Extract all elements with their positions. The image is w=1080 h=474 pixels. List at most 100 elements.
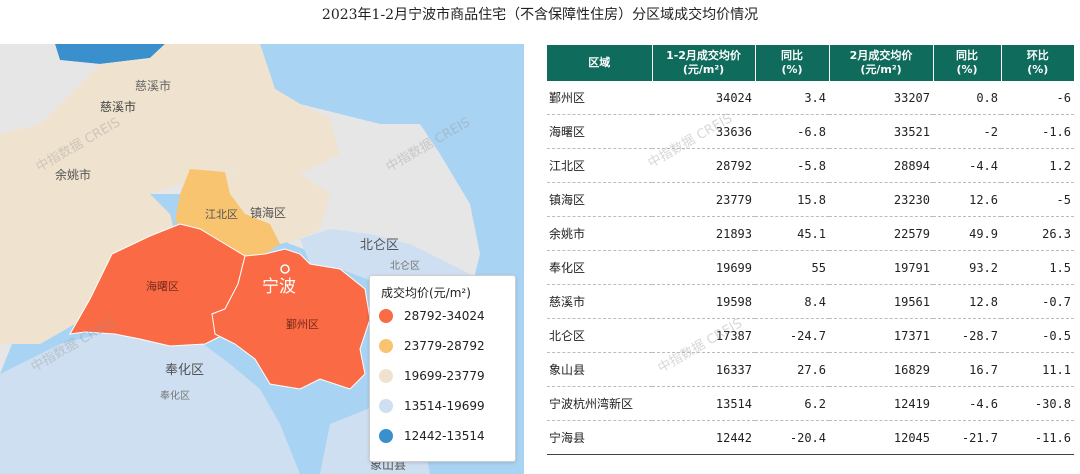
legend-label: 13514-19699 xyxy=(404,399,485,413)
value-cell: 12442 xyxy=(652,420,755,455)
column-header: 环比 (%) xyxy=(1001,45,1074,81)
value-cell: -6 xyxy=(1001,81,1074,115)
value-cell: 12.8 xyxy=(933,284,1001,319)
region-cell: 北仑区 xyxy=(547,318,652,353)
value-cell: -28.7 xyxy=(933,318,1001,353)
value-cell: 3.4 xyxy=(755,81,829,115)
label-fenghua: 奉化区 xyxy=(165,363,204,378)
value-cell: 12419 xyxy=(829,386,933,421)
value-cell: 45.1 xyxy=(755,216,829,251)
value-cell: 21893 xyxy=(652,216,755,251)
region-cell: 海曙区 xyxy=(547,114,652,149)
legend-label: 19699-23779 xyxy=(404,369,485,383)
region-cell: 宁波杭州湾新区 xyxy=(547,386,652,421)
value-cell: 12.6 xyxy=(933,182,1001,217)
value-cell: 33521 xyxy=(829,114,933,149)
value-cell: 26.3 xyxy=(1001,216,1074,251)
label-cixi: 慈溪市 xyxy=(100,99,136,114)
price-table-container: 区域 1-2月成交均价 (元/m²) 同比 (%) 2月成交均价 (元/m²) 同比 (%) 环比… xyxy=(547,45,1074,455)
region-cell: 慈溪市 xyxy=(547,284,652,319)
value-cell: 1.2 xyxy=(1001,148,1074,183)
legend-item: 12442-13514 xyxy=(379,427,485,445)
chart-title: 2023年1-2月宁波市商品住宅（不含保障性住房）分区域成交均价情况 xyxy=(321,7,759,23)
legend-item: 23779-28792 xyxy=(379,337,485,355)
value-cell: 34024 xyxy=(652,81,755,115)
value-cell: 33207 xyxy=(829,81,933,115)
value-cell: 23230 xyxy=(829,182,933,217)
value-cell: 11.1 xyxy=(1001,352,1074,387)
label-zhenhai: 镇海区 xyxy=(250,205,286,220)
value-cell: 28792 xyxy=(652,148,755,183)
value-cell: 19791 xyxy=(829,250,933,285)
value-cell: -5.8 xyxy=(755,148,829,183)
table-row: 宁波杭州湾新区 13514 6.2 12419 -4.6 -30.8 xyxy=(547,386,1074,421)
column-header-line: 同比 xyxy=(781,49,803,62)
legend-item: 13514-19699 xyxy=(379,397,485,415)
value-cell: 23779 xyxy=(652,182,755,217)
column-header-line: 环比 xyxy=(1026,49,1049,62)
value-cell: 8.4 xyxy=(755,284,829,319)
column-header: 同比 (%) xyxy=(755,45,830,81)
label-yuyao: 余姚市 xyxy=(55,167,91,182)
legend-dot xyxy=(379,339,393,353)
legend-dot xyxy=(379,369,393,383)
table-row: 鄞州区 34024 3.4 33207 0.8 -6 xyxy=(547,81,1074,115)
value-cell: 33636 xyxy=(652,114,755,149)
value-cell: -1.6 xyxy=(1001,114,1074,149)
map-legend: 成交均价(元/m²) 28792-34024 23779-28792 19699… xyxy=(369,275,516,462)
value-cell: 17371 xyxy=(829,318,933,353)
region-cell: 象山县 xyxy=(547,352,652,387)
column-header: 2月成交均价 (元/m²) xyxy=(829,45,934,81)
table-body: 鄞州区 34024 3.4 33207 0.8 -6 海曙区 33636 -6.8 33521 -2… xyxy=(547,81,1074,455)
label-yinzhou: 鄞州区 xyxy=(286,318,319,331)
value-cell: 16.7 xyxy=(933,352,1001,387)
column-header: 区域 xyxy=(547,45,653,81)
column-header-line: 同比 xyxy=(956,49,978,62)
region-cell: 宁海县 xyxy=(547,420,652,455)
region-cell: 江北区 xyxy=(547,148,652,183)
value-cell: -0.5 xyxy=(1001,318,1074,353)
column-header-line: (%) xyxy=(956,63,978,76)
region-cell: 镇海区 xyxy=(547,182,652,217)
value-cell: 15.8 xyxy=(755,182,829,217)
legend-label: 23779-28792 xyxy=(404,339,485,353)
value-cell: 19598 xyxy=(652,284,755,319)
column-header-line: (%) xyxy=(1027,63,1049,76)
column-header-line: (元/m²) xyxy=(860,63,902,76)
table-row: 奉化区 19699 55 19791 93.2 1.5 xyxy=(547,250,1074,285)
column-header: 同比 (%) xyxy=(933,45,1002,81)
value-cell: 0.8 xyxy=(933,81,1001,115)
value-cell: 55 xyxy=(755,250,829,285)
value-cell: -2 xyxy=(933,114,1001,149)
value-cell: 19561 xyxy=(829,284,933,319)
value-cell: -5 xyxy=(1001,182,1074,217)
region-cell: 鄞州区 xyxy=(547,81,652,115)
legend-label: 12442-13514 xyxy=(404,429,485,443)
legend-dot xyxy=(379,399,393,413)
column-header-line: (元/m²) xyxy=(682,63,725,76)
label-jiangbei: 江北区 xyxy=(205,208,238,221)
value-cell: 1.5 xyxy=(1001,250,1074,285)
column-header-line: 区域 xyxy=(588,56,611,69)
legend-label: 28792-34024 xyxy=(404,309,485,323)
column-header: 1-2月成交均价 (元/m²) xyxy=(652,45,756,81)
label-beilun-small: 北仑区 xyxy=(390,259,420,272)
value-cell: 22579 xyxy=(829,216,933,251)
label-beilun: 北仑区 xyxy=(360,238,399,253)
legend-dot xyxy=(379,309,393,323)
price-table: 区域 1-2月成交均价 (元/m²) 同比 (%) 2月成交均价 (元/m²) 同比 (%) 环比… xyxy=(547,45,1074,455)
table-row: 宁海县 12442 -20.4 12045 -21.7 -11.6 xyxy=(547,420,1074,455)
value-cell: -21.7 xyxy=(933,420,1001,455)
table-row: 镇海区 23779 15.8 23230 12.6 -5 xyxy=(547,182,1074,217)
table-row: 北仑区 17387 -24.7 17371 -28.7 -0.5 xyxy=(547,318,1074,353)
label-ningbo: 宁波 xyxy=(262,277,296,297)
value-cell: 93.2 xyxy=(933,250,1001,285)
value-cell: -4.6 xyxy=(933,386,1001,421)
table-row: 余姚市 21893 45.1 22579 49.9 26.3 xyxy=(547,216,1074,251)
legend-item: 28792-34024 xyxy=(379,307,485,325)
value-cell: -30.8 xyxy=(1001,386,1074,421)
value-cell: -24.7 xyxy=(755,318,829,353)
column-header-line: 2月成交均价 xyxy=(849,49,913,62)
table-row: 海曙区 33636 -6.8 33521 -2 -1.6 xyxy=(547,114,1074,149)
value-cell: 17387 xyxy=(652,318,755,353)
